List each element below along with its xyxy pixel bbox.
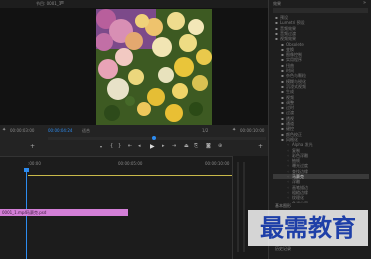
watermark-text: 最需教育 (248, 210, 368, 246)
effect-icon: ◦ (287, 184, 290, 190)
folder-icon: ▪ (275, 25, 278, 31)
marker-icon[interactable]: ▾ (100, 144, 102, 149)
app-window: 节目: 0001_1 ≡ 00:00:04:24 适合 1/2 ✦ 00:00:… (0, 0, 371, 259)
panel-menu-icon[interactable]: » (363, 0, 366, 6)
effect-icon: ◦ (287, 189, 290, 195)
timeline-panel: :00:00 00:00:05:00 00:00:10:00 0001_1.mp… (0, 156, 268, 259)
folder-icon: ▪ (281, 78, 284, 84)
history-label: 历史记录 (275, 246, 291, 251)
mark-in-icon[interactable]: { (110, 143, 113, 149)
effect-icon: ◦ (287, 142, 290, 148)
effect-icon: ◦ (287, 152, 290, 158)
audio-meter-right (243, 162, 245, 252)
program-current-timecode[interactable]: 00:00:04:24 (48, 128, 72, 133)
effects-tab: 效果 » (271, 0, 370, 7)
folder-icon: ▪ (281, 99, 284, 105)
add-marker-icon[interactable]: + (30, 143, 35, 150)
effects-tree-label: Obsolete (286, 41, 304, 47)
folder-icon: ▪ (281, 68, 284, 73)
clip-label-mosaic: 马赛克.psd (26, 210, 47, 215)
effect-icon: ◦ (287, 174, 290, 179)
transport-controls: + ▾ { } ⇤ ◂ ▶ ▸ ⇥ ⏏ ⎘ ◙ ⊕ + (0, 140, 268, 154)
audio-meter-left (237, 162, 239, 252)
effect-icon: ◦ (287, 147, 290, 153)
folder-icon: ▪ (281, 89, 284, 95)
folder-icon: ▪ (275, 30, 278, 36)
folder-icon: ▪ (275, 20, 278, 26)
folder-icon: ▪ (275, 15, 278, 20)
folder-icon: ▪ (281, 115, 284, 121)
ruler-label-start: :00:00 (28, 161, 41, 166)
settings-icon[interactable]: ⊕ (218, 143, 222, 149)
effects-tab-label[interactable]: 效果 (273, 1, 281, 7)
program-duration-timecode: 00:00:10:00 (240, 128, 265, 133)
timeline-playhead-handle[interactable] (24, 168, 29, 172)
ruler-label-mid: 00:00:05:00 (118, 161, 143, 166)
folder-icon: ▪ (281, 52, 284, 58)
wrench-icon[interactable]: ✦ (232, 127, 236, 133)
source-wrench-icon[interactable]: ✦ (2, 127, 6, 133)
clip-label-source: 0001_1.mp4 (2, 210, 27, 215)
program-monitor (0, 8, 268, 126)
video-frame (96, 9, 212, 126)
folder-icon: ▪ (281, 110, 284, 116)
ruler-label-end: 00:00:10:00 (205, 161, 230, 166)
folder-icon: ▪ (281, 41, 284, 47)
program-tab-bar: 节目: 0001_1 ≡ (0, 0, 268, 8)
effect-icon: ◦ (287, 163, 290, 169)
folder-icon: ▪ (281, 126, 284, 132)
essential-graphics-row[interactable]: 基本图形 (273, 203, 369, 208)
folder-icon: ▪ (281, 105, 284, 111)
program-add-button[interactable]: + (258, 143, 263, 150)
folder-icon: ▪ (281, 136, 284, 142)
folder-icon: ▪ (281, 83, 284, 89)
play-icon[interactable]: ▶ (150, 143, 155, 150)
essential-graphics-label: 基本图形 (275, 203, 291, 208)
folder-icon: ▪ (281, 94, 284, 100)
mark-out-icon[interactable]: } (118, 143, 121, 149)
go-to-out-icon[interactable]: ⇥ (172, 143, 176, 149)
step-forward-icon[interactable]: ▸ (162, 143, 165, 149)
effect-icon: ◦ (287, 158, 290, 164)
work-area-bar[interactable] (28, 175, 232, 176)
folder-icon: ▪ (281, 57, 284, 63)
folder-icon: ▪ (281, 131, 284, 137)
fit-dropdown[interactable]: 适合 (82, 128, 90, 134)
effects-tree: ▪ 预设 ▪ Lumetri 预设 ▪ 音频效果 ▪ 音频过渡 ▪ 视频效果 ▪ Obsolete ▪ 变… (273, 15, 369, 203)
effect-icon: ◦ (287, 179, 290, 185)
program-tab-label[interactable]: 节目: 0001_1 (36, 1, 61, 7)
resolution-dropdown[interactable]: 1/2 (202, 128, 208, 133)
step-back-icon[interactable]: ◂ (138, 143, 141, 149)
folder-icon: ▪ (281, 46, 284, 52)
folder-icon: ▪ (275, 36, 278, 42)
effect-icon: ◦ (287, 195, 290, 201)
source-timecode: 00:00:03:00 (10, 128, 35, 133)
folder-icon: ▪ (281, 121, 284, 126)
program-timecode-row: 00:00:04:24 适合 1/2 ✦ 00:00:10:00 ✦ 00:00… (0, 125, 268, 137)
effect-icon: ◦ (287, 168, 290, 174)
timeline-ruler: :00:00 00:00:05:00 00:00:10:00 (0, 159, 268, 169)
camera-icon[interactable]: ◙ (206, 143, 211, 149)
extract-icon[interactable]: ⎘ (194, 143, 198, 149)
lift-icon[interactable]: ⏏ (184, 143, 189, 149)
effects-search-input[interactable] (273, 8, 368, 13)
history-row[interactable]: 历史记录 (273, 246, 369, 251)
program-menu-icon[interactable]: ≡ (60, 0, 64, 6)
folder-icon: ▪ (281, 62, 284, 68)
video-clip-track[interactable]: 0001_1.mp4 马赛克.psd (0, 209, 128, 216)
folder-icon: ▪ (281, 73, 284, 79)
go-to-in-icon[interactable]: ⇤ (128, 143, 132, 149)
